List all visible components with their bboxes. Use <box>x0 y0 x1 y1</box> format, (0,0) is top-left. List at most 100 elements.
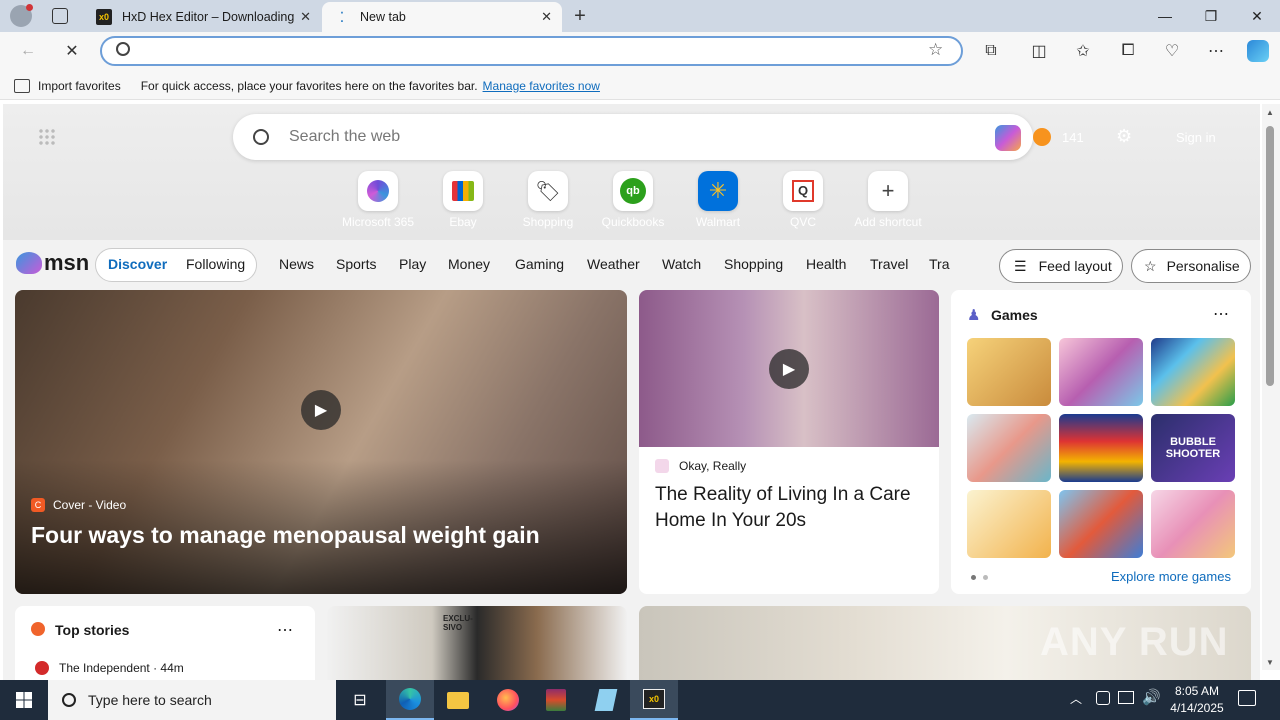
tab-actions-icon[interactable] <box>52 8 68 24</box>
settings-more-icon[interactable]: ⋯ <box>1200 35 1232 67</box>
play-video-icon[interactable]: ▶ <box>769 349 809 389</box>
close-tab-icon[interactable]: ✕ <box>541 9 552 25</box>
scroll-down-icon[interactable]: ▼ <box>1266 658 1274 667</box>
notifications-icon[interactable] <box>1238 690 1256 706</box>
carousel-dot-active[interactable] <box>971 575 976 580</box>
nav-money[interactable]: Money <box>448 256 490 272</box>
more-options-icon[interactable]: ⋯ <box>277 620 293 640</box>
copilot-search-icon[interactable] <box>995 125 1021 151</box>
settings-gear-icon[interactable]: ⚙ <box>1116 126 1132 147</box>
secondary-headline[interactable]: The Reality of Living In a Care Home In … <box>655 482 925 534</box>
shortcut-ebay[interactable]: Ebay <box>423 171 503 229</box>
nav-tra[interactable]: Tra <box>929 256 951 272</box>
sign-in-link[interactable]: Sign in <box>1176 130 1216 145</box>
rewards-icon[interactable] <box>1033 128 1051 146</box>
tab-discover[interactable]: Discover <box>108 256 167 272</box>
copilot-icon[interactable] <box>1242 35 1274 67</box>
edge-taskbar-icon[interactable] <box>386 680 434 720</box>
taskbar-search-box[interactable]: Type here to search <box>48 680 336 720</box>
file-explorer-icon[interactable] <box>434 680 482 720</box>
nav-play[interactable]: Play <box>399 256 426 272</box>
restore-button[interactable]: ❐ <box>1188 0 1234 32</box>
favorites-icon[interactable]: ✩ <box>1067 35 1099 67</box>
import-favorites-icon[interactable] <box>14 78 30 93</box>
show-hidden-icons[interactable]: ︿ <box>1070 690 1082 707</box>
collections-icon[interactable]: ⧠ <box>1112 35 1144 67</box>
apps-launcher-icon[interactable] <box>38 128 56 146</box>
web-search-box[interactable]: Search the web <box>233 114 1033 160</box>
start-button[interactable] <box>0 680 48 720</box>
msn-logo[interactable]: msn <box>16 250 89 276</box>
game-tile-restaurant[interactable] <box>1059 490 1143 558</box>
main-news-card[interactable]: ▶ C Cover - Video Four ways to manage me… <box>15 290 627 594</box>
main-headline[interactable]: Four ways to manage menopausal weight ga… <box>31 522 621 549</box>
notepad-icon[interactable] <box>582 680 630 720</box>
shortcut-shopping[interactable]: 🏷 Shopping <box>508 171 588 229</box>
nav-weather[interactable]: Weather <box>587 256 640 272</box>
rewards-points[interactable]: 141 <box>1062 130 1084 145</box>
address-bar[interactable]: ☆ <box>100 36 963 66</box>
shortcut-qvc[interactable]: Q QVC <box>763 171 843 229</box>
nav-health[interactable]: Health <box>806 256 846 272</box>
close-window-button[interactable]: ✕ <box>1234 0 1280 32</box>
nav-news[interactable]: News <box>279 256 314 272</box>
manage-favorites-link[interactable]: Manage favorites now <box>483 79 600 93</box>
favorite-star-icon[interactable]: ☆ <box>928 40 943 60</box>
favorites-bar: Import favorites For quick access, place… <box>0 72 1280 100</box>
explore-more-games-link[interactable]: Explore more games <box>1111 569 1231 584</box>
secondary-news-card[interactable]: ▶ Okay, Really The Reality of Living In … <box>639 290 939 594</box>
clock-time[interactable]: 8:05 AM <box>1172 684 1222 698</box>
nav-gaming[interactable]: Gaming <box>515 256 564 272</box>
page-scrollbar[interactable]: ▲ ▼ <box>1262 104 1280 670</box>
shortcut-walmart[interactable]: ✳ Walmart <box>678 171 758 229</box>
game-tile-jewels[interactable] <box>1151 338 1235 406</box>
game-tile-princess[interactable] <box>1151 490 1235 558</box>
carousel-dot[interactable] <box>983 575 988 580</box>
feed-layout-button[interactable]: ☰ Feed layout <box>999 249 1123 283</box>
network-icon[interactable] <box>1118 691 1134 704</box>
nav-sports[interactable]: Sports <box>336 256 376 272</box>
hxd-taskbar-icon[interactable]: x0 <box>630 680 678 720</box>
tray-device-icon[interactable] <box>1096 691 1110 705</box>
shortcut-add[interactable]: + Add shortcut <box>848 171 928 229</box>
nav-watch[interactable]: Watch <box>662 256 701 272</box>
browser-essentials-icon[interactable]: ♡ <box>1156 35 1188 67</box>
more-options-icon[interactable]: ⋯ <box>1213 304 1229 324</box>
nav-travel[interactable]: Travel <box>870 256 908 272</box>
game-tile-blocks[interactable] <box>1059 414 1143 482</box>
tab-new-tab[interactable]: ⁚ New tab ✕ <box>322 2 562 32</box>
promo-card[interactable]: EXCLU-SIVO <box>327 606 627 680</box>
game-tile-wood-puzzle[interactable] <box>967 338 1051 406</box>
game-tile-makeup[interactable] <box>1059 338 1143 406</box>
profile-icon[interactable] <box>10 4 33 27</box>
stop-loading-button[interactable]: ✕ <box>56 35 88 67</box>
back-button[interactable]: ← <box>12 35 44 67</box>
task-view-icon[interactable]: ⊟ <box>336 680 384 720</box>
winrar-icon[interactable] <box>532 680 580 720</box>
shortcut-quickbooks[interactable]: qb Quickbooks <box>593 171 673 229</box>
new-tab-button[interactable]: + <box>568 4 592 28</box>
close-tab-icon[interactable]: ✕ <box>300 9 311 25</box>
game-tile-nurse[interactable] <box>967 414 1051 482</box>
game-tile-bubble-shooter[interactable]: BUBBLE SHOOTER <box>1151 414 1235 482</box>
import-favorites-link[interactable]: Import favorites <box>38 79 121 93</box>
game-tile-cat[interactable] <box>967 490 1051 558</box>
firefox-icon[interactable] <box>484 680 532 720</box>
taskbar-search-input[interactable]: Type here to search <box>88 692 212 708</box>
search-icon <box>253 129 269 145</box>
play-video-icon[interactable]: ▶ <box>301 390 341 430</box>
volume-icon[interactable]: 🔊 <box>1142 688 1161 706</box>
clock-date[interactable]: 4/14/2025 <box>1166 701 1228 715</box>
tab-following[interactable]: Following <box>186 256 245 272</box>
scroll-thumb[interactable] <box>1266 126 1274 386</box>
extensions-icon[interactable]: ⧉ <box>975 35 1007 67</box>
split-screen-icon[interactable]: ◫ <box>1023 35 1055 67</box>
watermark: ANY RUN <box>1040 620 1229 664</box>
nav-shopping[interactable]: Shopping <box>724 256 783 272</box>
tab-hxd[interactable]: x0 HxD Hex Editor – Downloading ✕ <box>84 2 321 32</box>
minimize-button[interactable]: — <box>1142 0 1188 32</box>
shortcut-microsoft-365[interactable]: Microsoft 365 <box>338 171 418 229</box>
personalise-button[interactable]: ☆ Personalise <box>1131 249 1251 283</box>
web-search-input[interactable]: Search the web <box>289 128 400 146</box>
scroll-up-icon[interactable]: ▲ <box>1266 108 1274 117</box>
